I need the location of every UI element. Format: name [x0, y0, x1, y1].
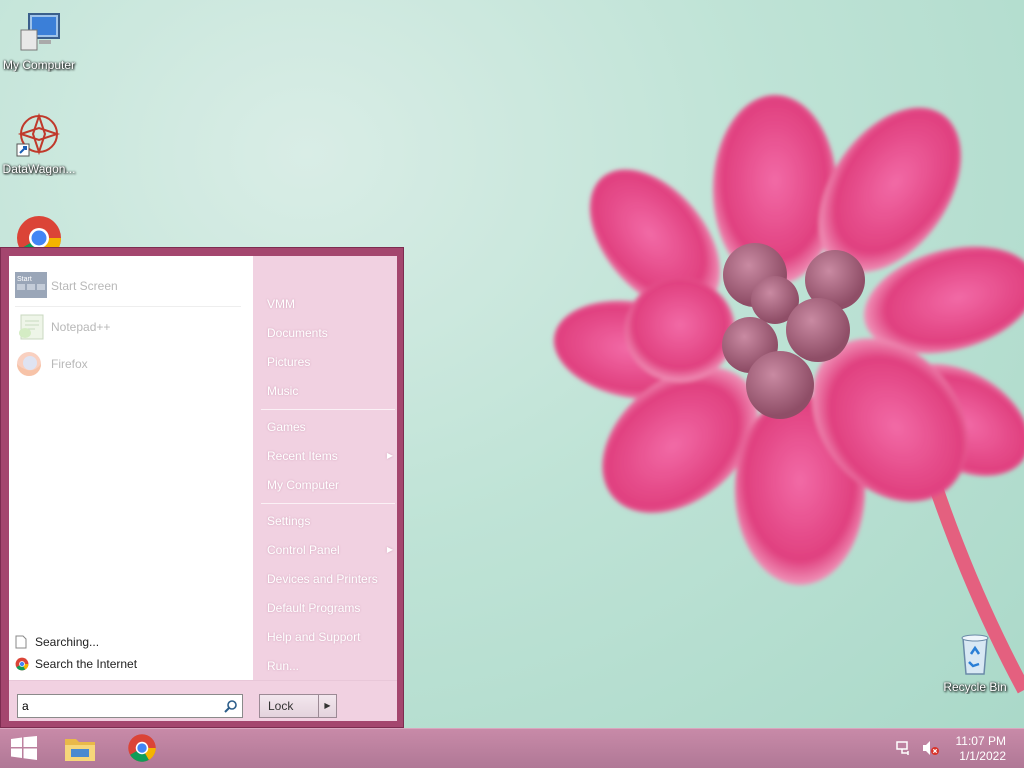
program-item-firefox[interactable]: Firefox [15, 348, 88, 380]
clock-date: 1/1/2022 [959, 749, 1006, 763]
menu-item-label: Help and Support [267, 630, 361, 644]
menu-item-label: Control Panel [267, 543, 340, 557]
menu-item-recent-items[interactable]: Recent Items ▶ [267, 446, 393, 466]
taskbar: 11:07 PM 1/1/2022 [0, 728, 1024, 768]
menu-item-games[interactable]: Games [267, 417, 393, 437]
desktop-icon-my-computer[interactable]: My Computer [0, 8, 78, 72]
start-menu-programs-pane: Start Start Screen Notepad++ Firefox Sea… [9, 256, 253, 680]
menu-item-label: Settings [267, 514, 311, 528]
program-label: Firefox [51, 357, 88, 371]
search-icon[interactable] [224, 699, 238, 713]
divider [261, 409, 395, 410]
lock-button-label: Lock [268, 699, 294, 713]
menu-item-label: Devices and Printers [267, 572, 378, 586]
svg-text:Start: Start [17, 276, 32, 283]
start-menu-places-pane: VMM Documents Pictures Music Games Recen… [261, 256, 397, 680]
start-menu-body: Start Start Screen Notepad++ Firefox Sea… [9, 256, 397, 721]
menu-item-my-computer[interactable]: My Computer [267, 475, 393, 495]
lock-button[interactable]: Lock ▶ [259, 694, 337, 718]
system-tray [896, 729, 940, 768]
search-input[interactable] [22, 699, 224, 713]
menu-item-devices-and-printers[interactable]: Devices and Printers [267, 569, 393, 589]
menu-item-music[interactable]: Music [267, 381, 393, 401]
taskbar-chrome[interactable] [122, 733, 162, 765]
start-screen-icon: Start [15, 272, 47, 300]
menu-item-documents[interactable]: Documents [267, 323, 393, 343]
taskbar-clock[interactable]: 11:07 PM 1/1/2022 [956, 734, 1006, 764]
firefox-icon [15, 350, 47, 378]
chevron-right-icon: ▶ [386, 451, 393, 460]
notepad-plus-plus-icon [15, 313, 47, 341]
program-item-notepad-plus-plus[interactable]: Notepad++ [15, 311, 110, 343]
menu-item-label: My Computer [267, 478, 340, 492]
taskbar-file-explorer[interactable] [60, 733, 100, 765]
divider [15, 306, 241, 307]
menu-item-vmm[interactable]: VMM [267, 294, 393, 314]
menu-item-label: Games [267, 420, 306, 434]
desktop-icon-label: My Computer [2, 58, 76, 72]
menu-item-label: Run... [267, 659, 300, 673]
volume-muted-icon[interactable] [922, 740, 940, 759]
menu-item-label: Music [267, 384, 299, 398]
recycle-bin-icon [951, 630, 999, 678]
start-menu: Start Start Screen Notepad++ Firefox Sea… [0, 247, 404, 728]
chevron-right-icon: ▶ [386, 545, 393, 554]
menu-item-label: Pictures [267, 355, 311, 369]
start-menu-bottom-bar: Lock ▶ [9, 680, 397, 721]
menu-item-control-panel[interactable]: Control Panel ▶ [267, 540, 393, 560]
datawagon-icon [15, 112, 63, 160]
menu-item-label: VMM [267, 297, 295, 311]
network-icon[interactable] [896, 740, 912, 759]
menu-item-label: Recent Items [267, 449, 338, 463]
program-label: Notepad++ [51, 320, 111, 334]
power-options-arrow-icon[interactable]: ▶ [318, 695, 336, 717]
desktop-icon-label: Recycle Bin [943, 680, 1007, 694]
search-result-label: Search the Internet [35, 657, 138, 671]
desktop-icon-datawagon[interactable]: DataWagon... [0, 112, 78, 176]
program-item-start-screen[interactable]: Start Start Screen [15, 270, 118, 302]
search-result-internet[interactable]: Search the Internet [15, 654, 137, 674]
desktop-icon-recycle-bin[interactable]: Recycle Bin [936, 630, 1014, 694]
start-button[interactable] [4, 733, 44, 765]
desktop-icon-label: DataWagon... [2, 162, 76, 176]
menu-item-run[interactable]: Run... [267, 656, 393, 676]
chrome-icon [15, 657, 29, 671]
start-search-box[interactable] [17, 694, 243, 718]
menu-item-help-and-support[interactable]: Help and Support [267, 627, 393, 647]
file-explorer-icon [63, 733, 97, 766]
search-result-label: Searching... [35, 635, 100, 649]
search-result-searching[interactable]: Searching... [15, 632, 99, 652]
chrome-icon [127, 733, 157, 766]
menu-item-default-programs[interactable]: Default Programs [267, 598, 393, 618]
menu-item-settings[interactable]: Settings [267, 511, 393, 531]
clock-time: 11:07 PM [955, 734, 1006, 748]
divider [261, 503, 395, 504]
windows-logo-icon [11, 735, 37, 763]
menu-item-label: Default Programs [267, 601, 361, 615]
computer-icon [15, 8, 63, 56]
menu-item-pictures[interactable]: Pictures [267, 352, 393, 372]
document-icon [15, 635, 29, 649]
menu-item-label: Documents [267, 326, 328, 340]
program-label: Start Screen [51, 279, 118, 293]
